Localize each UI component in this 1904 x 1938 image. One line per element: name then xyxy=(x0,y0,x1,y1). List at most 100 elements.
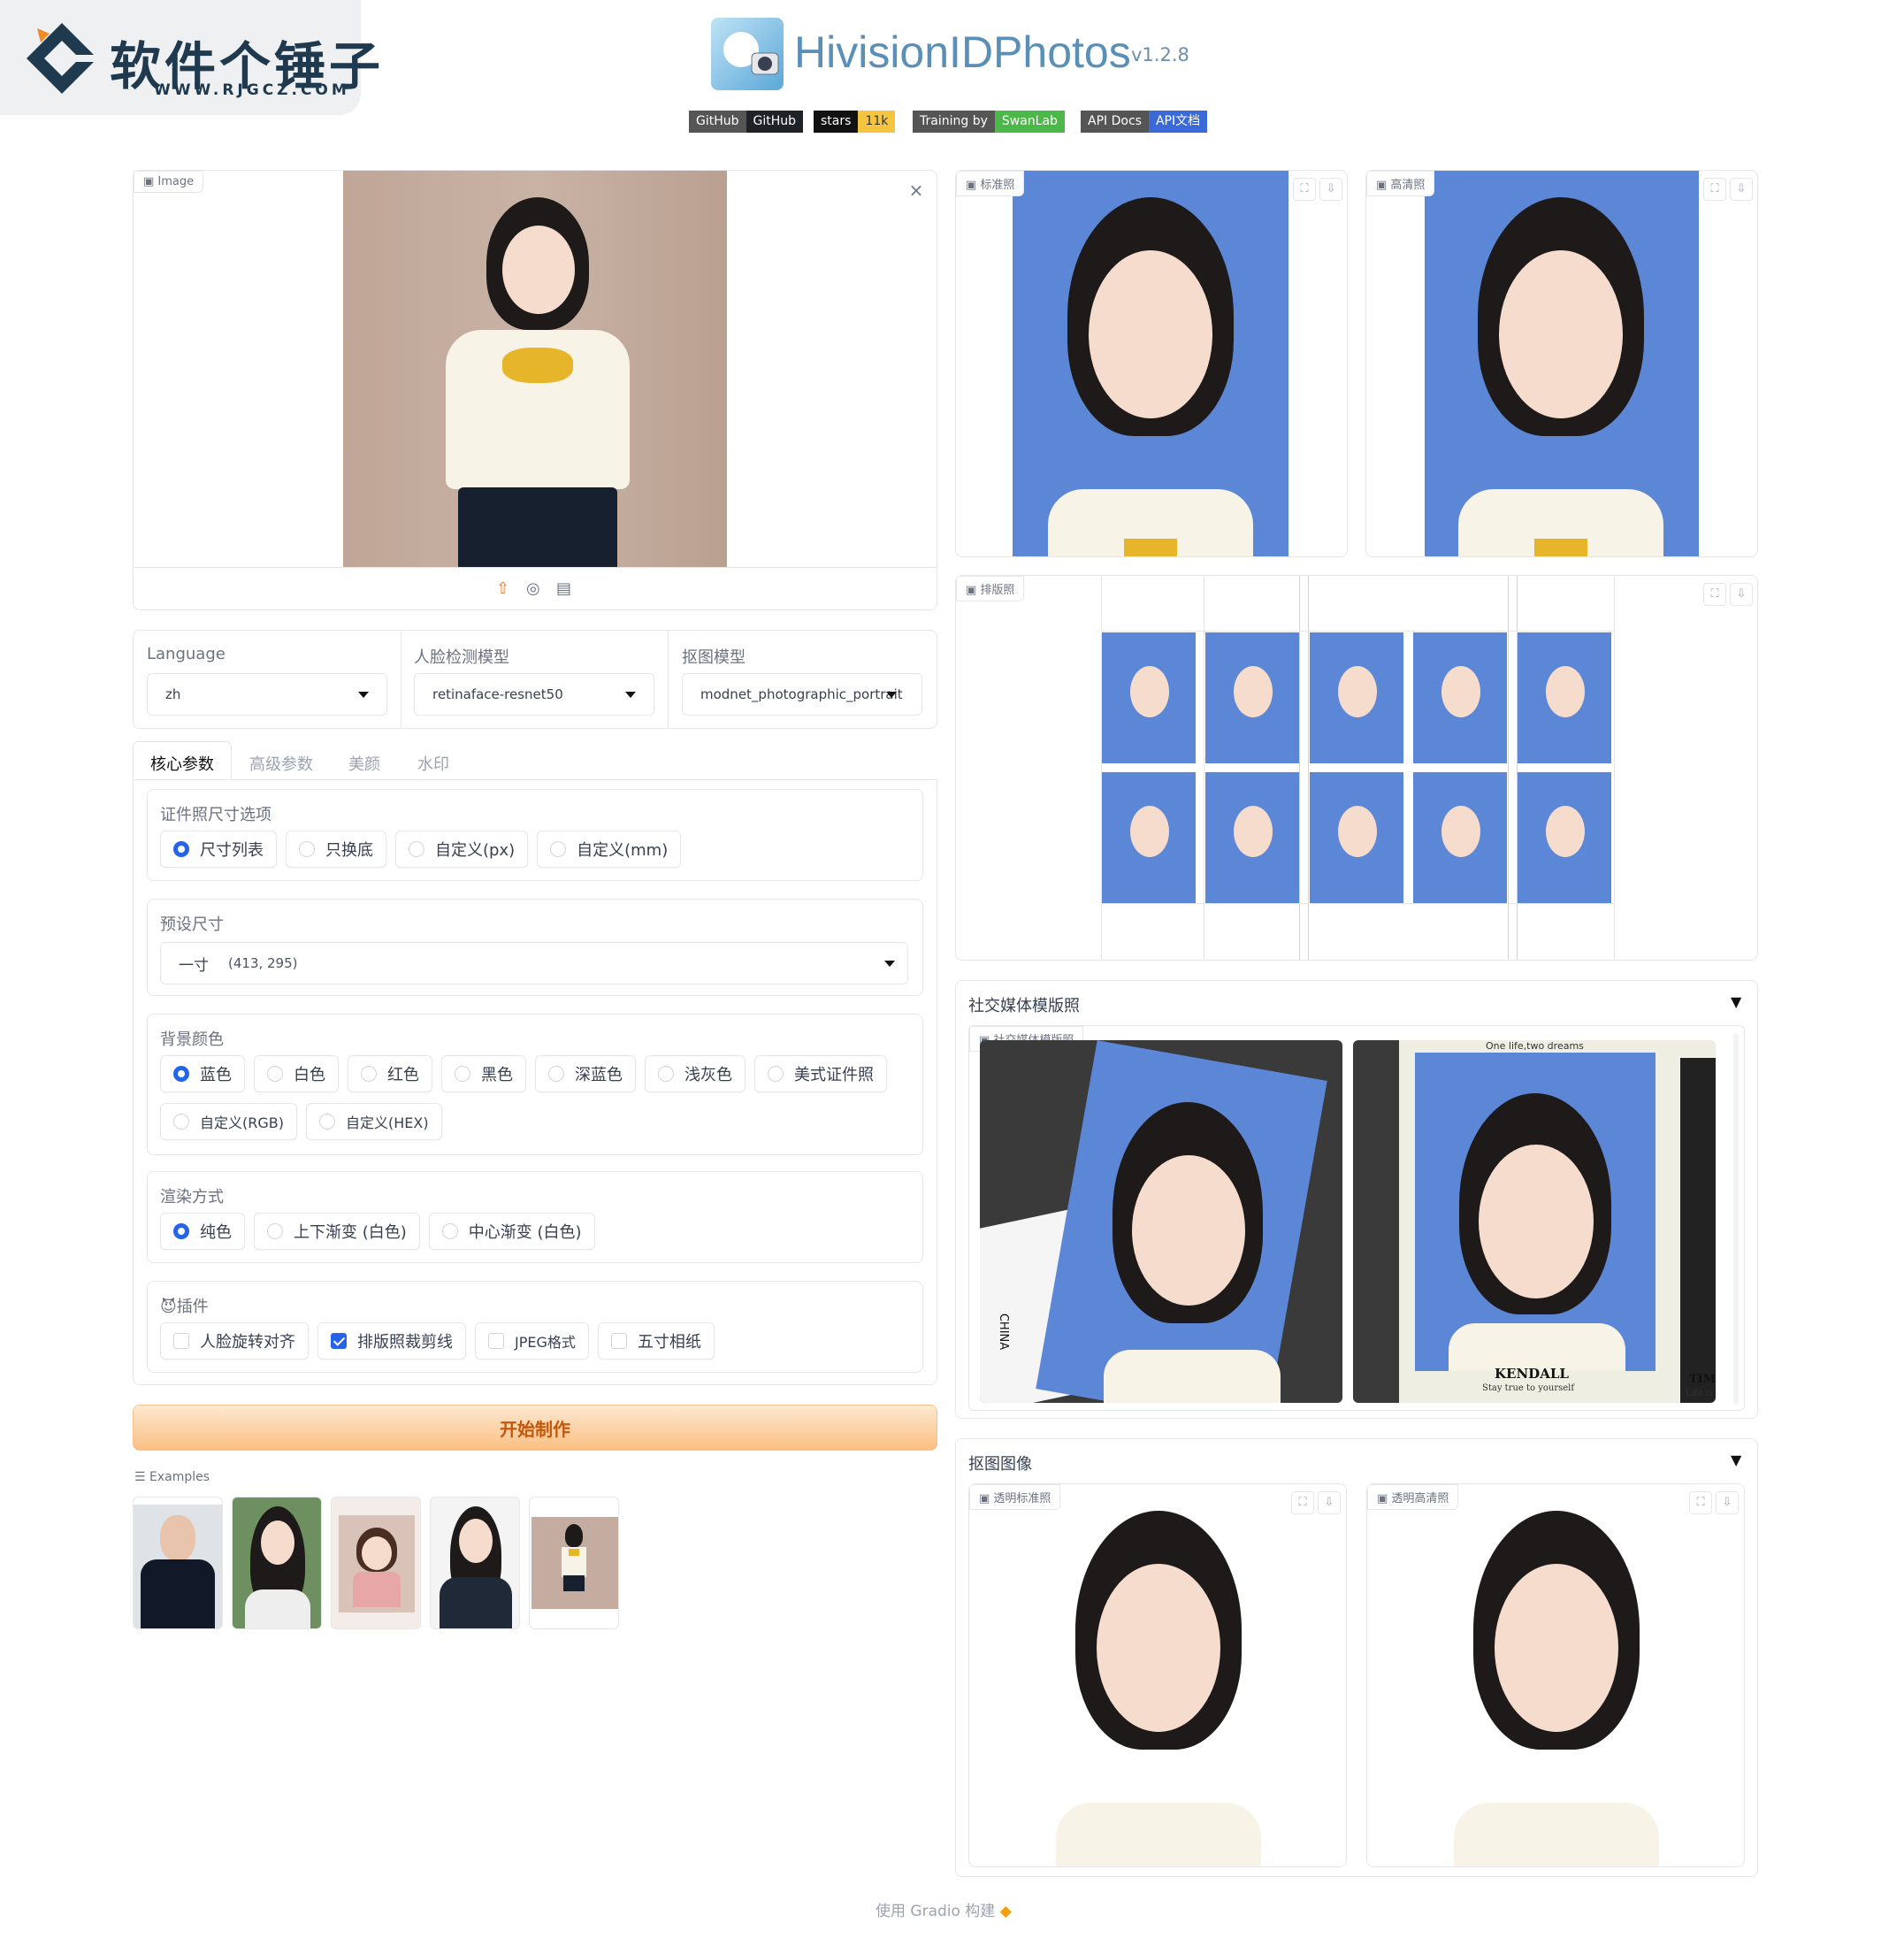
preset-size-label: 预设尺寸 xyxy=(160,915,224,934)
radio-solid[interactable]: 纯色 xyxy=(160,1213,245,1250)
layout-photo-panel: ▣ 排版照 ⛶ ⇩ xyxy=(955,575,1758,961)
transparent-hd-label: 透明高清照 xyxy=(1391,1492,1449,1505)
language-value: zh xyxy=(165,686,181,702)
size-option-label: 证件照尺寸选项 xyxy=(160,806,271,824)
fullscreen-icon[interactable]: ⛶ xyxy=(1689,1491,1712,1514)
radio-dot xyxy=(441,1223,458,1239)
example-thumb-2[interactable] xyxy=(232,1497,322,1629)
radio-dot xyxy=(550,841,567,857)
matting-section-title[interactable]: 抠图图像 xyxy=(968,1452,1032,1475)
params-tabs: 核心参数 高级参数 美颜 水印 xyxy=(133,741,937,780)
collapse-icon[interactable]: ▼ xyxy=(1731,1452,1741,1468)
checkbox-crop-lines[interactable]: 排版照裁剪线 xyxy=(317,1322,466,1360)
radio-dark-blue[interactable]: 深蓝色 xyxy=(535,1055,636,1092)
checkbox xyxy=(173,1333,189,1349)
radio-light-gray[interactable]: 浅灰色 xyxy=(645,1055,746,1092)
clipboard-icon[interactable]: ▤ xyxy=(556,579,571,598)
download-icon[interactable]: ⇩ xyxy=(1319,178,1342,201)
social-card-1[interactable]: CHINA xyxy=(980,1040,1342,1403)
webcam-icon[interactable]: ◎ xyxy=(526,579,540,598)
gradio-logo-icon: ◆ xyxy=(999,1903,1012,1920)
checkbox-jpeg[interactable]: JPEG格式 xyxy=(475,1322,589,1360)
radio-white[interactable]: 白色 xyxy=(254,1055,339,1092)
fullscreen-icon[interactable]: ⛶ xyxy=(1703,583,1726,606)
matting-section: 抠图图像 ▼ ▣ 透明标准照 ⛶ ⇩ ▣ 透明高清照 ⛶ ⇩ xyxy=(955,1438,1758,1877)
social-card-2-name: KENDALL xyxy=(1495,1366,1569,1382)
example-thumb-3[interactable] xyxy=(331,1497,421,1629)
footer-link[interactable]: 使用 Gradio 构建 ◆ xyxy=(876,1898,1012,1920)
radio-red[interactable]: 红色 xyxy=(348,1055,432,1092)
social-section-title[interactable]: 社交媒体模版照 xyxy=(968,993,1080,1016)
badge-stars[interactable]: stars 11k xyxy=(814,111,896,133)
radio-label: 自定义(RGB) xyxy=(200,1115,284,1131)
fullscreen-icon[interactable]: ⛶ xyxy=(1703,178,1726,201)
chevron-down-icon xyxy=(884,961,895,967)
start-button[interactable]: 开始制作 xyxy=(133,1405,937,1451)
badge-github-right: GitHub xyxy=(746,111,804,133)
badge-swanlab-right: SwanLab xyxy=(994,111,1065,133)
radio-vertical-gradient[interactable]: 上下渐变 (白色) xyxy=(254,1213,420,1250)
example-thumb-5[interactable] xyxy=(529,1497,619,1629)
checkbox xyxy=(488,1333,504,1349)
render-mode-radios: 纯色 上下渐变 (白色) 中心渐变 (白色) xyxy=(160,1213,595,1250)
radio-dot xyxy=(455,1066,470,1082)
checkbox-label: 五寸相纸 xyxy=(637,1333,701,1352)
radio-dot xyxy=(548,1066,564,1082)
download-icon[interactable]: ⇩ xyxy=(1318,1491,1341,1514)
example-thumb-1[interactable] xyxy=(133,1497,223,1629)
tab-watermark[interactable]: 水印 xyxy=(417,752,449,775)
badge-github-left: GitHub xyxy=(689,111,746,133)
radio-dot-selected xyxy=(173,1223,189,1239)
download-icon[interactable]: ⇩ xyxy=(1716,1491,1739,1514)
radio-custom-px[interactable]: 自定义(px) xyxy=(395,831,529,868)
matting-model-dropdown[interactable]: modnet_photographic_portrait xyxy=(682,673,922,716)
radio-dot-selected xyxy=(173,841,189,857)
face-model-dropdown[interactable]: retinaface-resnet50 xyxy=(414,673,654,716)
watermark-logo-icon xyxy=(27,23,94,94)
checkbox-face-align[interactable]: 人脸旋转对齐 xyxy=(160,1322,309,1360)
fullscreen-icon[interactable]: ⛶ xyxy=(1293,178,1316,201)
badge-github[interactable]: GitHub GitHub xyxy=(689,111,804,133)
radio-dot xyxy=(361,1066,377,1082)
radio-label: 深蓝色 xyxy=(575,1066,623,1084)
social-card-2[interactable]: One life,two dreams KENDALL Stay true to… xyxy=(1353,1040,1716,1403)
fullscreen-icon[interactable]: ⛶ xyxy=(1291,1491,1314,1514)
close-icon[interactable]: × xyxy=(905,180,928,203)
badge-swanlab[interactable]: Training by SwanLab xyxy=(913,111,1065,133)
hd-photo-label: 高清照 xyxy=(1390,179,1426,192)
checkbox-5inch-paper[interactable]: 五寸相纸 xyxy=(597,1322,715,1360)
collapse-icon[interactable]: ▼ xyxy=(1731,993,1741,1010)
radio-center-gradient[interactable]: 中心渐变 (白色) xyxy=(428,1213,595,1250)
tab-core[interactable]: 核心参数 xyxy=(150,752,214,775)
radio-custom-rgb[interactable]: 自定义(RGB) xyxy=(160,1103,297,1140)
gallery-scrollbar[interactable] xyxy=(1733,1033,1739,1405)
language-dropdown[interactable]: zh xyxy=(147,673,387,716)
input-image-panel[interactable]: ▣ Image × ⇧ ◎ ▤ xyxy=(133,170,937,610)
plugins-label-text: 插件 xyxy=(176,1298,209,1316)
radio-custom-hex[interactable]: 自定义(HEX) xyxy=(305,1103,442,1140)
checkbox-label: 排版照裁剪线 xyxy=(357,1333,453,1352)
badge-api-docs[interactable]: API Docs API文档 xyxy=(1081,111,1208,133)
radio-black[interactable]: 黑色 xyxy=(441,1055,526,1092)
radio-dot xyxy=(267,1066,283,1082)
preset-size-dropdown[interactable]: 一寸 (413, 295) xyxy=(160,942,908,984)
hd-photo-panel: ▣ 高清照 ⛶ ⇩ xyxy=(1365,170,1758,557)
radio-only-bg[interactable]: 只换底 xyxy=(286,831,386,868)
social-card-2-top: One life,two dreams xyxy=(1486,1040,1584,1052)
social-card-2-right-sub: Life is xyxy=(1686,1389,1713,1398)
example-thumb-4[interactable] xyxy=(430,1497,520,1629)
size-option-group: 证件照尺寸选项 尺寸列表 只换底 自定义(px) 自定义(mm) xyxy=(147,789,923,881)
tab-advanced[interactable]: 高级参数 xyxy=(249,752,313,775)
radio-custom-mm[interactable]: 自定义(mm) xyxy=(537,831,682,868)
layout-photo-grid xyxy=(1102,631,1615,905)
radio-size-list[interactable]: 尺寸列表 xyxy=(160,831,277,868)
radio-blue[interactable]: 蓝色 xyxy=(160,1055,245,1092)
examples-label-text: Examples xyxy=(149,1470,210,1484)
tab-beauty[interactable]: 美颜 xyxy=(348,752,380,775)
chevron-down-icon xyxy=(886,692,897,698)
watermark-url: WWW.RJGCZ.COM xyxy=(154,81,350,99)
download-icon[interactable]: ⇩ xyxy=(1730,583,1753,606)
download-icon[interactable]: ⇩ xyxy=(1730,178,1753,201)
radio-us-id[interactable]: 美式证件照 xyxy=(754,1055,887,1092)
upload-icon[interactable]: ⇧ xyxy=(496,579,509,598)
